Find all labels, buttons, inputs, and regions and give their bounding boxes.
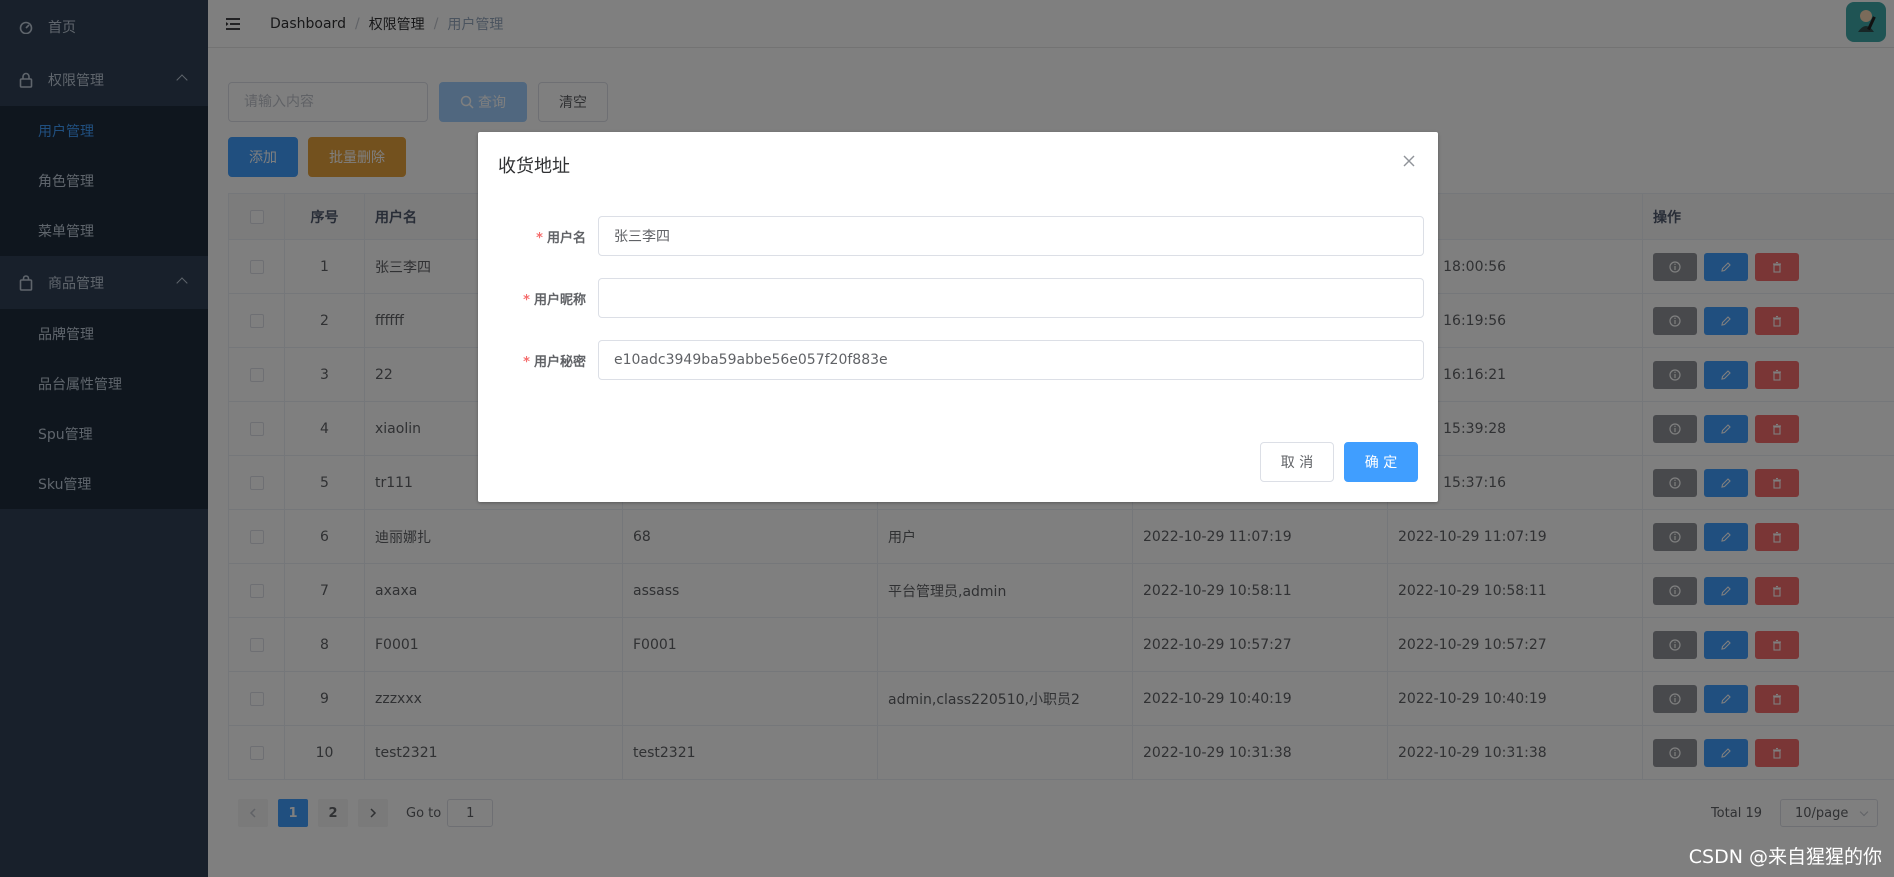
dialog-title: 收货地址: [498, 156, 570, 177]
label-text: 用户昵称: [533, 292, 586, 308]
password-field[interactable]: e10adc3949ba59abbe56e057f20f883e: [598, 340, 1424, 380]
form-label: * 用户名: [478, 227, 598, 246]
form-label: * 用户昵称: [478, 289, 598, 308]
confirm-button[interactable]: 确 定: [1344, 442, 1418, 482]
form-row-password: * 用户秘密 e10adc3949ba59abbe56e057f20f883e: [478, 339, 1438, 381]
watermark: CSDN @来自猩猩的你: [1688, 846, 1882, 868]
required-mark: *: [536, 230, 543, 246]
nickname-field[interactable]: [598, 278, 1424, 318]
form-label: * 用户秘密: [478, 351, 598, 370]
required-mark: *: [523, 354, 530, 370]
required-mark: *: [523, 292, 530, 308]
close-icon[interactable]: [1402, 154, 1416, 168]
form-row-nickname: * 用户昵称: [478, 277, 1438, 319]
form-row-username: * 用户名 张三李四: [478, 215, 1438, 257]
label-text: 用户名: [546, 230, 586, 246]
address-dialog: 收货地址 * 用户名 张三李四 * 用户昵称 * 用户秘密 e10adc3949ba5…: [478, 132, 1438, 502]
cancel-button[interactable]: 取 消: [1260, 442, 1334, 482]
label-text: 用户秘密: [533, 354, 586, 370]
dialog-footer: 取 消 确 定: [1260, 442, 1418, 482]
username-field[interactable]: 张三李四: [598, 216, 1424, 256]
